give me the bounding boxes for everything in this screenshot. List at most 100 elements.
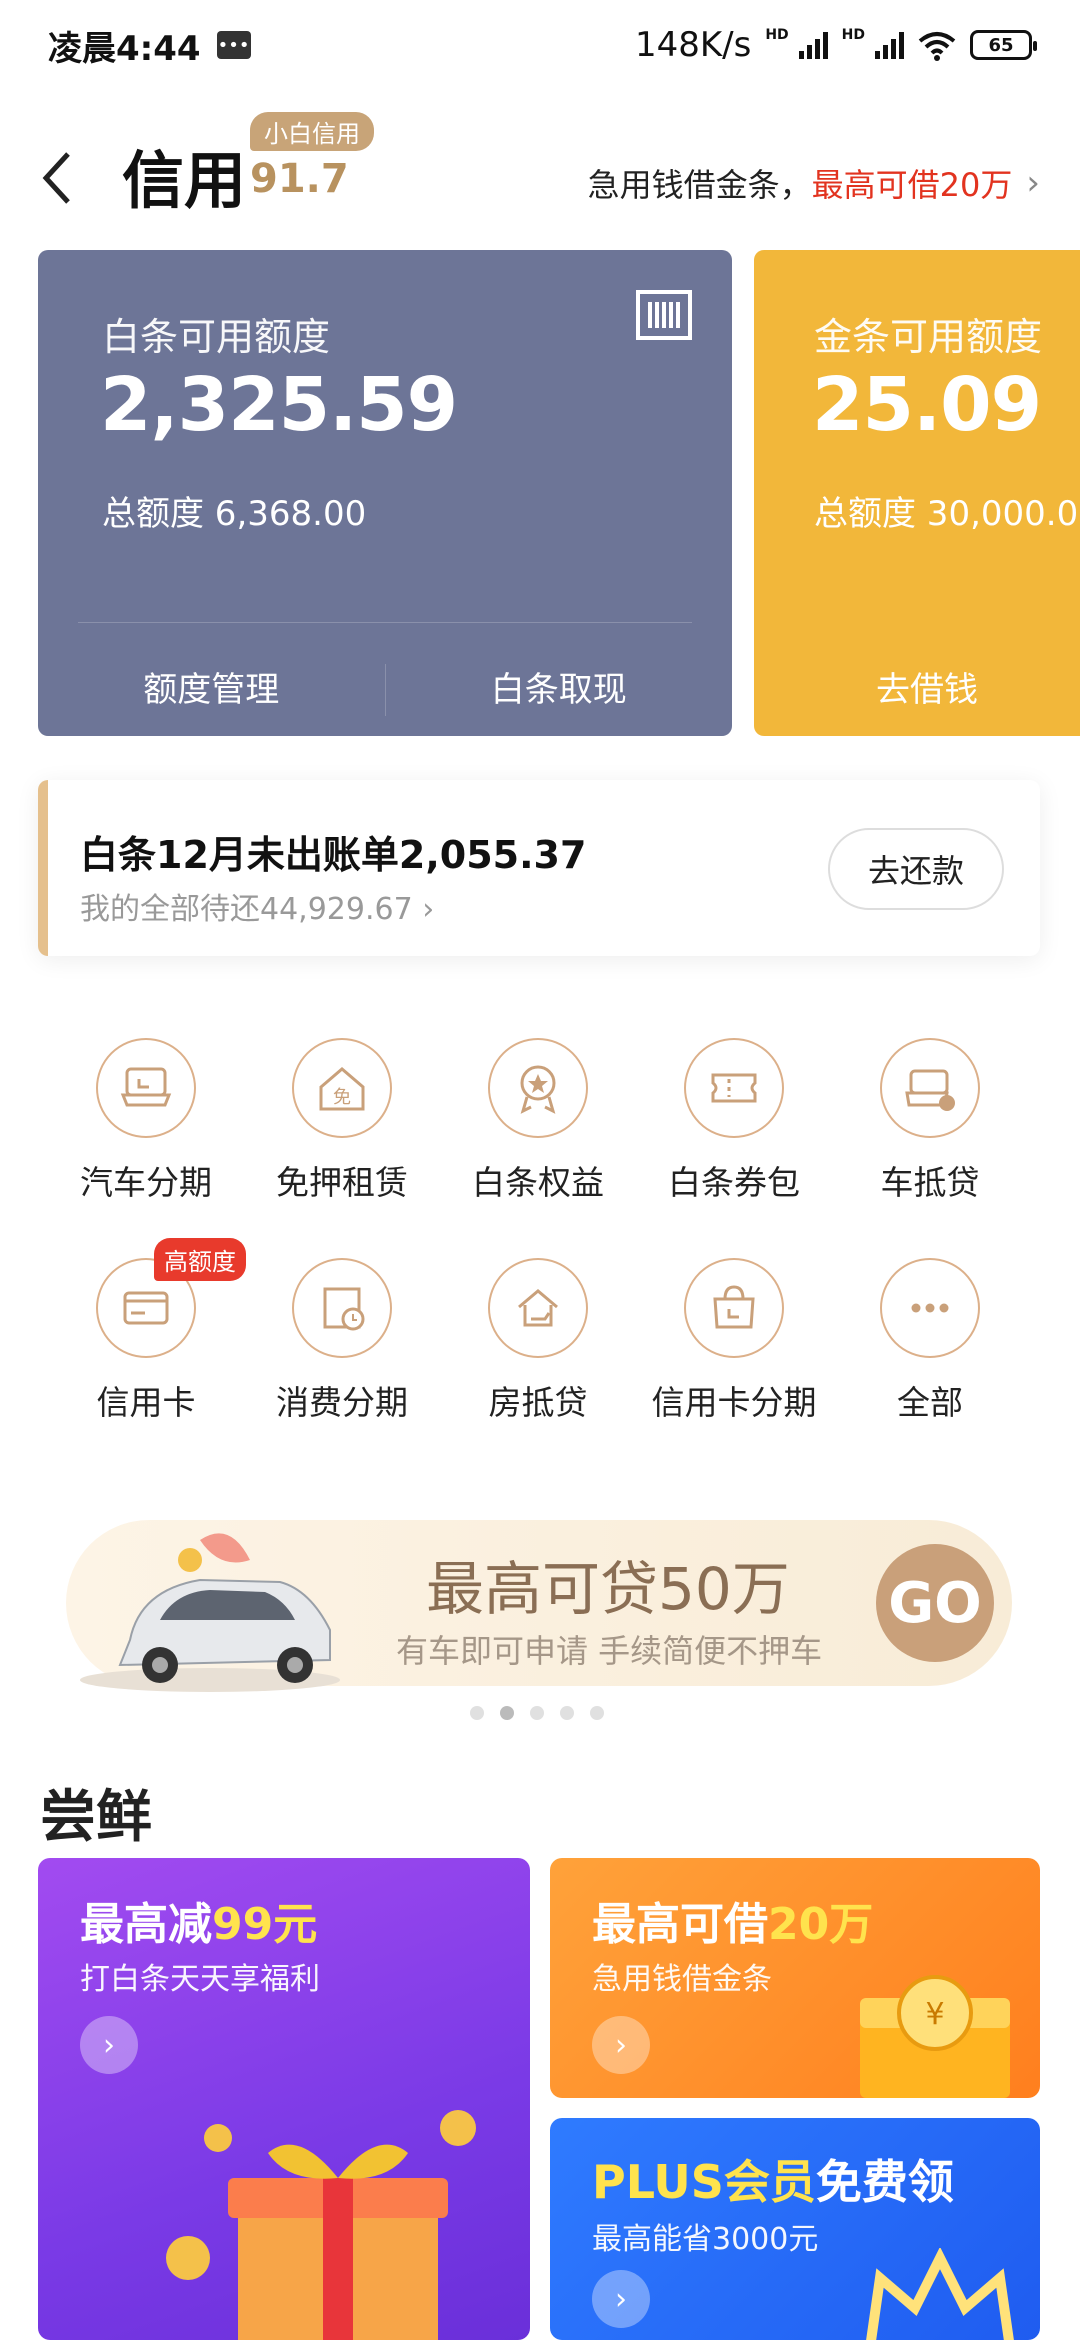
promo-title-highlight: 20万: [768, 1899, 874, 1950]
arrow-right-icon[interactable]: ›: [592, 2270, 650, 2328]
promo-title-highlight: PLUS会员: [592, 2155, 816, 2209]
svg-text:¥: ¥: [925, 1997, 944, 2032]
promo-card-discount[interactable]: 最高减99元 打白条天天享福利 ›: [38, 1858, 530, 2340]
carousel-dot: [590, 1706, 604, 1720]
battery-level: 65: [988, 34, 1014, 56]
page-title: 信用: [122, 144, 247, 217]
consumer-installment-icon: [292, 1258, 392, 1358]
promo-title: 最高减99元: [80, 1888, 317, 1952]
service-label: 车抵贷: [880, 1163, 980, 1202]
jintiao-total: 总额度 30,000.00: [814, 494, 1080, 534]
svg-text:免: 免: [333, 1087, 351, 1108]
card-divider: [78, 622, 692, 623]
page-header: 信用 小白信用 91.7 急用钱借金条， 最高可借20万 ›: [0, 100, 1080, 250]
carousel-dot-active: [500, 1706, 514, 1720]
services-grid: 汽车分期免免押租赁 白条权益 白条券包 车抵贷 信用卡 高额度 消费分期 房抵贷 信用卡分期全…: [0, 1038, 1080, 1478]
treasure-chest-illustration: ¥: [860, 1975, 1010, 2098]
chevron-left-icon: [42, 152, 70, 204]
hd-label-2: HD: [841, 27, 865, 43]
service-item-house-loan[interactable]: 房抵贷: [440, 1258, 636, 1478]
service-item-baitiao-benefits[interactable]: 白条权益: [440, 1038, 636, 1258]
banner-title: 最高可贷50万: [426, 1555, 790, 1623]
service-label: 白条权益: [472, 1163, 604, 1202]
jintiao-actions: 去借钱: [754, 650, 1080, 730]
borrow-button[interactable]: 去借钱: [754, 650, 1080, 730]
crown-illustration: [866, 2248, 1014, 2340]
service-label: 免押租赁: [276, 1163, 408, 1202]
bill-subtitle[interactable]: 我的全部待还44,929.67 ›: [80, 884, 434, 928]
deposit-free-rental-icon: 免: [292, 1038, 392, 1138]
baitiao-actions: 额度管理 白条取现: [38, 650, 732, 730]
promo-title-highlight: 99元: [212, 1899, 318, 1950]
service-item-credit-card[interactable]: 信用卡 高额度: [48, 1238, 246, 1478]
promo-card-borrow[interactable]: 最高可借20万 急用钱借金条 › ¥: [550, 1858, 1040, 2098]
credit-cards-carousel[interactable]: 白条可用额度 2,325.59 总额度 6,368.00 额度管理 白条取现 金…: [38, 250, 1080, 736]
car-illustration: [80, 1533, 340, 1692]
network-speed: 148K/s: [634, 25, 752, 65]
promo-title-text: 最高可借: [592, 1899, 768, 1950]
baitiao-benefits-icon: [488, 1038, 588, 1138]
hd-label-1: HD: [765, 27, 789, 43]
borrow-promo-link[interactable]: 急用钱借金条， 最高可借20万 ›: [588, 160, 1040, 206]
credit-page: 凌晨4:44 ••• 148K/s HD HD 65 信用 小白信用 91.7 …: [0, 0, 1080, 2340]
promo-title: PLUS会员免费领: [592, 2146, 954, 2212]
service-item-more[interactable]: 全部: [832, 1258, 1028, 1478]
bill-accent-bar: [38, 780, 48, 956]
status-bar: 凌晨4:44 ••• 148K/s HD HD 65: [0, 0, 1080, 90]
promo-title-text: 免费领: [815, 2155, 954, 2209]
car-installment-icon: [96, 1038, 196, 1138]
service-item-deposit-free-rental[interactable]: 免免押租赁: [244, 1038, 440, 1258]
status-time: 凌晨4:44: [48, 28, 201, 69]
service-label: 汽车分期: [80, 1163, 212, 1202]
carousel-dot: [470, 1706, 484, 1720]
more-icon: [880, 1258, 980, 1358]
card-installment-icon: [684, 1258, 784, 1358]
baitiao-amount: 2,325.59: [100, 362, 458, 448]
baitiao-label: 白条可用额度: [102, 315, 331, 359]
service-label: 信用卡分期: [651, 1383, 817, 1422]
promo-subtitle: 最高能省3000元: [592, 2222, 819, 2257]
service-item-car-loan[interactable]: 车抵贷: [832, 1038, 1028, 1258]
bill-title: 白条12月未出账单2,055.37: [80, 833, 587, 877]
cash-withdraw-button[interactable]: 白条取现: [386, 650, 733, 730]
back-button[interactable]: [38, 148, 78, 208]
car-loan-icon: [880, 1038, 980, 1138]
signal-icon-2: [875, 31, 904, 59]
baitiao-total: 总额度 6,368.00: [102, 494, 367, 534]
go-button[interactable]: GO: [876, 1544, 994, 1662]
credit-score[interactable]: 91.7: [250, 156, 349, 202]
service-badge: 高额度: [154, 1238, 246, 1281]
wifi-icon: [918, 30, 956, 61]
coupon-pack-icon: [684, 1038, 784, 1138]
house-loan-icon: [488, 1258, 588, 1358]
gift-box-illustration: [166, 2110, 476, 2340]
banner-subtitle: 有车即可申请 手续简便不押车: [396, 1632, 823, 1670]
carousel-dot: [530, 1706, 544, 1720]
service-label: 信用卡: [96, 1383, 196, 1422]
section-title: 尝鲜: [40, 1785, 152, 1850]
barcode-icon[interactable]: [636, 290, 692, 340]
repay-button[interactable]: 去还款: [828, 828, 1004, 910]
promo-title-text: 最高减: [80, 1899, 212, 1950]
arrow-right-icon[interactable]: ›: [592, 2016, 650, 2074]
service-item-coupon-pack[interactable]: 白条券包: [636, 1038, 832, 1258]
service-item-consumer-installment[interactable]: 消费分期: [244, 1258, 440, 1478]
carousel-dot: [560, 1706, 574, 1720]
promo-subtitle: 打白条天天享福利: [80, 1962, 320, 1997]
chevron-right-icon: ›: [1026, 163, 1040, 203]
promo-card-plus[interactable]: PLUS会员免费领 最高能省3000元 ›: [550, 2118, 1040, 2340]
bill-card[interactable]: 白条12月未出账单2,055.37 我的全部待还44,929.67 › 去还款: [38, 780, 1040, 956]
credit-badge: 小白信用: [250, 112, 374, 151]
jintiao-card[interactable]: 金条可用额度 25.09 总额度 30,000.00 去借钱: [754, 250, 1080, 736]
jintiao-amount: 25.09: [812, 362, 1042, 448]
battery-icon: 65: [970, 30, 1037, 60]
service-item-car-installment[interactable]: 汽车分期: [48, 1038, 244, 1258]
promo-subtitle: 急用钱借金条: [592, 1962, 772, 1997]
service-label: 房抵贷: [488, 1383, 588, 1422]
arrow-right-icon[interactable]: ›: [80, 2016, 138, 2074]
bill-subtitle-text: 我的全部待还44,929.67: [80, 892, 413, 927]
service-label: 全部: [897, 1383, 963, 1422]
limit-manage-button[interactable]: 额度管理: [38, 650, 385, 730]
baitiao-card[interactable]: 白条可用额度 2,325.59 总额度 6,368.00 额度管理 白条取现: [38, 250, 732, 736]
service-item-card-installment[interactable]: 信用卡分期: [636, 1258, 832, 1478]
